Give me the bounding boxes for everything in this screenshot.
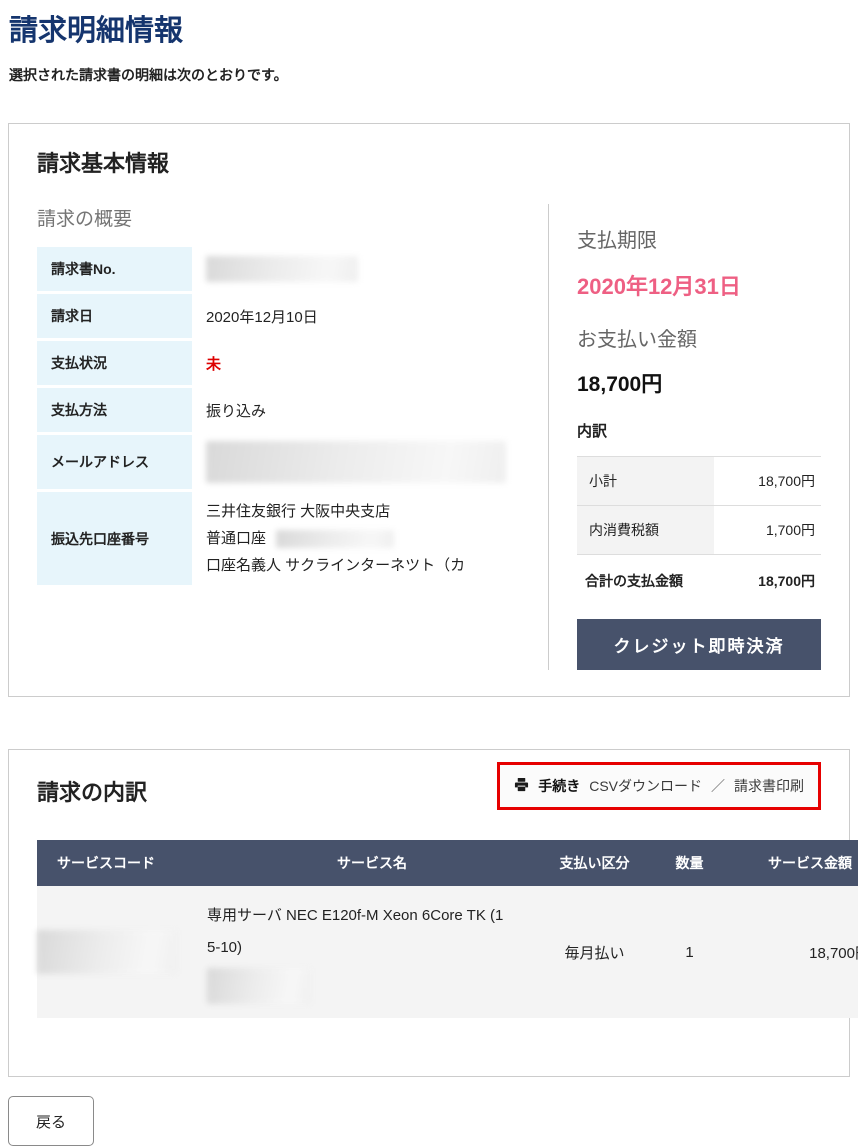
basic-info-card: 請求基本情報 請求の概要 請求書No. 請求日 2020年 [8,123,850,698]
row-value: 2020年12月10日 [192,293,520,340]
basic-info-heading: 請求基本情報 [37,150,821,179]
redacted-value [276,530,394,548]
detail-header-row: 請求の内訳 手続き CSVダウンロード ／ 請求書印刷 [37,762,821,810]
table-row: 支払状況 未 [37,340,520,387]
payment-deadline-label: 支払期限 [577,224,821,253]
detail-table-header: サービスコード サービス名 支払い区分 数量 サービス金額 [37,840,858,886]
breakdown-table: 小計 18,700円 内消費税額 1,700円 合計の支払金額 18,700円 [577,456,821,605]
breakdown-row: 小計 18,700円 [577,457,821,506]
link-separator: ／ [711,776,725,796]
redacted-line [207,968,537,1004]
payment-amount-value: 18,700円 [577,368,821,398]
row-label: 支払状況 [37,340,192,387]
page-subtitle: 選択された請求書の明細は次のとおりです。 [9,65,850,85]
detail-heading: 請求の内訳 [37,779,147,808]
breakdown-total-row: 合計の支払金額 18,700円 [577,555,821,606]
annotation-highlight-box: 手続き CSVダウンロード ／ 請求書印刷 [497,762,821,810]
row-label: 請求書No. [37,247,192,293]
back-button[interactable]: 戻る [8,1096,94,1146]
bank-line: 口座名義人 サクラインターネツト（カ [206,552,506,579]
bank-account-value: 三井住友銀行 大阪中央支店 普通口座 口座名義人 サクラインターネツト（カ [192,491,520,587]
page-title: 請求明細情報 [9,14,850,49]
invoice-print-link[interactable]: 請求書印刷 [734,776,804,796]
procedure-label: 手続き [538,776,580,796]
printer-icon [514,777,529,795]
basic-info-columns: 請求の概要 請求書No. 請求日 2020年12月10日 [37,204,821,670]
service-code-cell [37,886,207,1018]
row-label: 振込先口座番号 [37,491,192,587]
redacted-value [37,930,177,974]
table-row: 請求書No. [37,247,520,293]
summary-table: 請求書No. 請求日 2020年12月10日 支払状況 未 [37,247,520,588]
breakdown-value: 1,700円 [714,506,821,555]
breakdown-row: 内消費税額 1,700円 [577,506,821,555]
bank-line: 三井住友銀行 大阪中央支店 [206,498,506,525]
payment-amount-label: お支払い金額 [577,323,821,352]
header-service-name: サービス名 [207,840,537,886]
breakdown-label: 小計 [577,457,714,506]
row-value: 振り込み [192,387,520,434]
row-value [192,247,520,293]
breakdown-label: 内消費税額 [577,506,714,555]
billing-detail-card: 請求の内訳 手続き CSVダウンロード ／ 請求書印刷 サービスコード [8,749,850,1077]
payment-type-cell: 毎月払い [537,886,652,1018]
summary-heading: 請求の概要 [37,204,520,231]
payment-deadline-value: 2020年12月31日 [577,269,821,301]
breakdown-total-value: 18,700円 [714,555,821,606]
service-name-line: 専用サーバ NEC E120f-M Xeon 6Core TK (1 [207,900,537,932]
credit-payment-button[interactable]: クレジット即時決済 [577,619,821,670]
table-row: 支払方法 振り込み [37,387,520,434]
service-name-cell: 専用サーバ NEC E120f-M Xeon 6Core TK (1 5-10) [207,886,537,1018]
row-value [192,434,520,491]
amount-cell: 18,700円 [727,886,858,1018]
page: 請求明細情報 選択された請求書の明細は次のとおりです。 請求基本情報 請求の概要… [0,14,858,1146]
payment-status-value: 未 [192,340,520,387]
quantity-cell: 1 [652,886,727,1018]
header-service-code: サービスコード [37,840,207,886]
detail-table: サービスコード サービス名 支払い区分 数量 サービス金額 専用サーバ NEC … [37,840,858,1018]
redacted-value [207,968,311,1004]
breakdown-total-label: 合計の支払金額 [577,555,714,606]
breakdown-value: 18,700円 [714,457,821,506]
row-label: メールアドレス [37,434,192,491]
header-amount: サービス金額 [727,840,858,886]
header-payment-type: 支払い区分 [537,840,652,886]
detail-table-row: 専用サーバ NEC E120f-M Xeon 6Core TK (1 5-10)… [37,886,858,1018]
breakdown-heading: 内訳 [577,420,821,441]
redacted-value [206,441,506,483]
service-name-line: 5-10) [207,932,537,964]
row-label: 請求日 [37,293,192,340]
bank-line: 普通口座 [206,525,506,552]
payment-panel: 支払期限 2020年12月31日 お支払い金額 18,700円 内訳 小計 18… [548,204,821,670]
table-row: メールアドレス [37,434,520,491]
redacted-value [206,256,358,282]
table-row: 請求日 2020年12月10日 [37,293,520,340]
table-row: 振込先口座番号 三井住友銀行 大阪中央支店 普通口座 口座名義人 サクラインター… [37,491,520,587]
csv-download-link[interactable]: CSVダウンロード [589,776,702,796]
header-quantity: 数量 [652,840,727,886]
billing-summary-section: 請求の概要 請求書No. 請求日 2020年12月10日 [37,204,548,670]
row-label: 支払方法 [37,387,192,434]
